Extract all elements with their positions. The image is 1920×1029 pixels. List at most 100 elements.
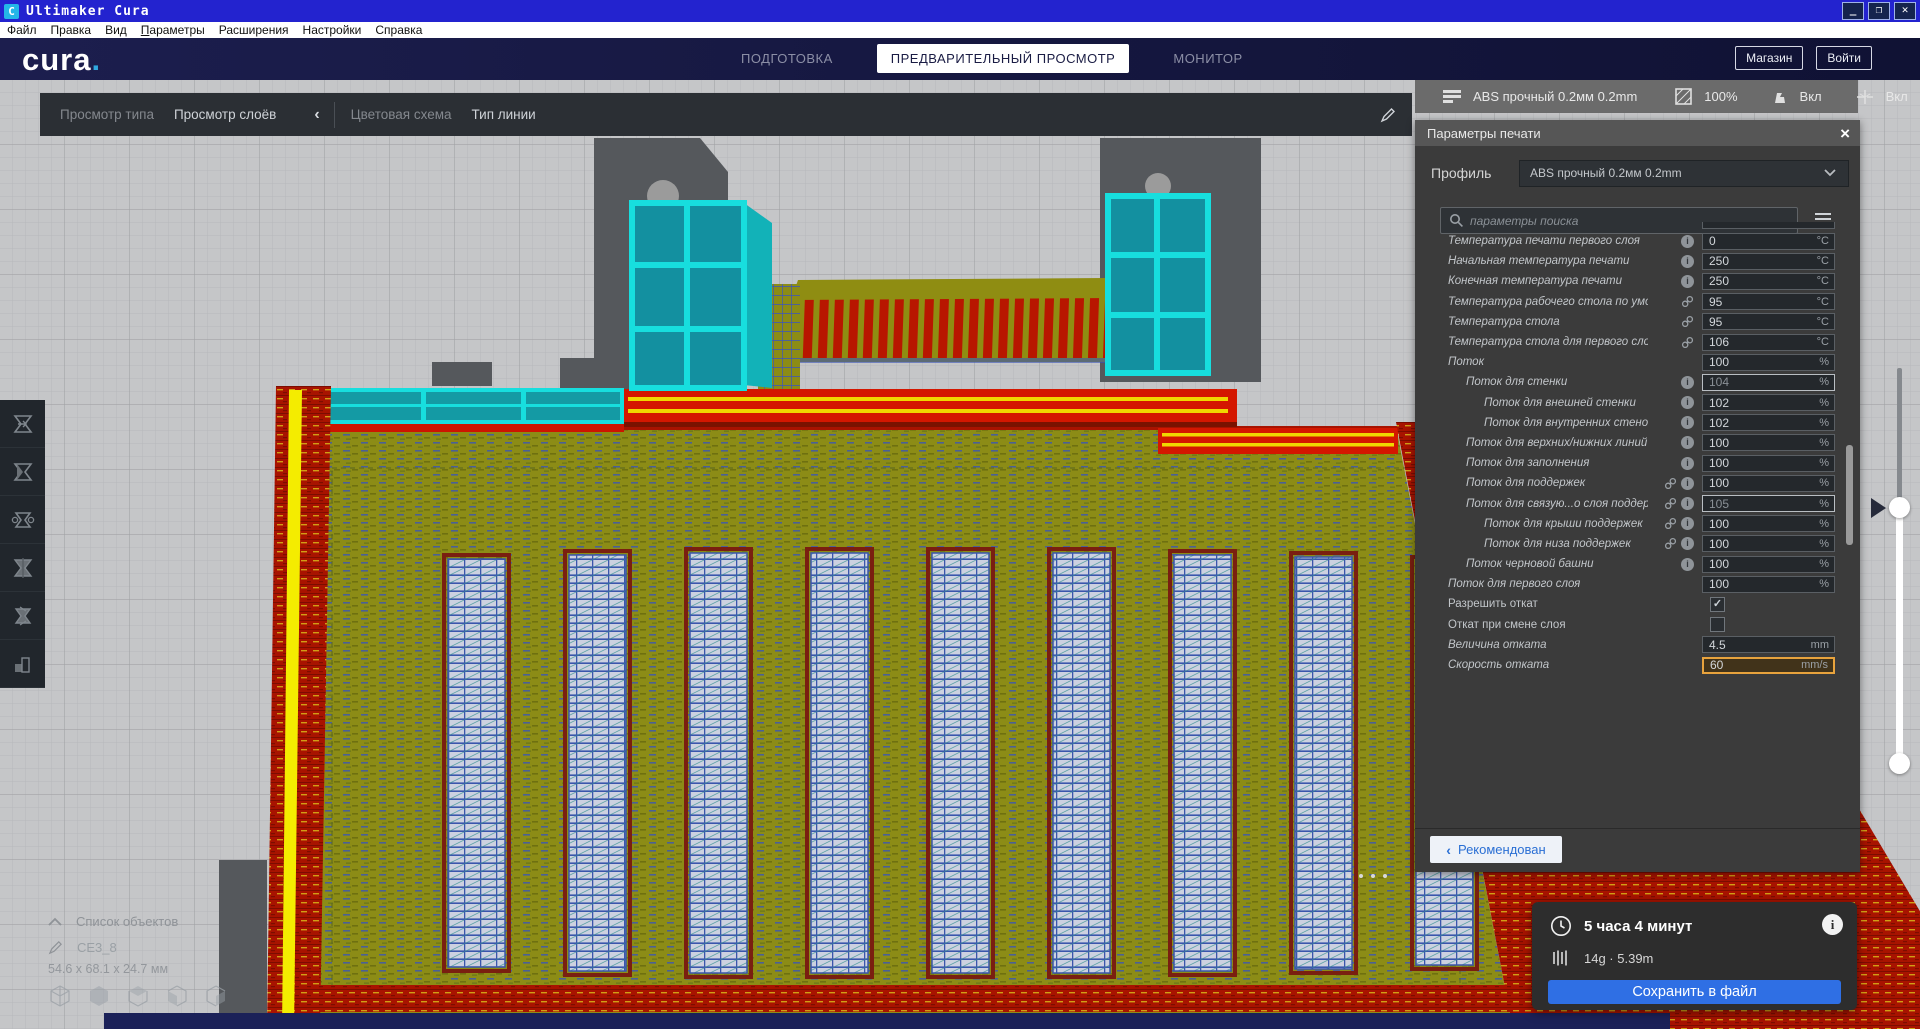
setting-label: Поток для связую...о слоя поддержек <box>1415 498 1648 510</box>
minimize-button[interactable]: _ <box>1842 2 1864 20</box>
layer-slider-range[interactable] <box>1896 500 1903 762</box>
info-icon: i <box>1681 255 1694 268</box>
sign-in-button[interactable]: Войти <box>1816 46 1872 70</box>
tool-per-model-settings-button[interactable] <box>0 592 45 640</box>
menu-item[interactable]: Правка <box>44 23 99 37</box>
stage-tab[interactable]: ПОДГОТОВКА <box>727 44 847 73</box>
menu-item[interactable]: Расширения <box>212 23 296 37</box>
setting-value-input[interactable]: 250°C <box>1702 273 1835 290</box>
layer-slider-upper-handle[interactable] <box>1889 497 1910 518</box>
stage-tab[interactable]: МОНИТОР <box>1159 44 1256 73</box>
view-top-icon[interactable] <box>126 984 150 1008</box>
setting-row: Поток для стенкиi104% <box>1415 372 1860 392</box>
setting-unit: % <box>1819 397 1829 409</box>
setting-value-input[interactable]: 100% <box>1702 354 1835 371</box>
pencil-icon <box>48 940 63 955</box>
color-scheme-dropdown[interactable]: Тип линии <box>472 107 536 122</box>
object-list-item[interactable]: CE3_8 <box>48 934 228 960</box>
setting-value-input[interactable]: 102% <box>1702 414 1835 431</box>
view-left-icon[interactable] <box>165 984 189 1008</box>
view-type-dropdown[interactable]: Просмотр слоёв <box>174 107 276 122</box>
tool-rotate-button[interactable] <box>0 496 45 544</box>
panel-close-icon[interactable]: × <box>1840 125 1850 142</box>
setting-value-input[interactable]: 4.5mm <box>1702 636 1835 653</box>
window-slot <box>448 559 505 967</box>
setting-label: Поток для внешней стенки <box>1415 397 1648 409</box>
setting-value: 106 <box>1709 335 1817 349</box>
tool-mirror-button[interactable] <box>0 544 45 592</box>
chevron-up-icon <box>48 917 62 926</box>
menu-item[interactable]: Параметры <box>134 23 212 37</box>
panel-title: Параметры печати <box>1427 126 1541 141</box>
setting-row: Откат при смене слоя <box>1415 615 1860 635</box>
setting-value-input[interactable]: 0°C <box>1702 233 1835 250</box>
settings-list: Температура печати первого слояi0°CНачал… <box>1415 231 1860 675</box>
cura-logo: cura. <box>22 42 101 78</box>
setting-unit: % <box>1819 578 1829 590</box>
save-to-file-button[interactable]: Сохранить в файл <box>1548 980 1841 1004</box>
menu-item[interactable]: Справка <box>368 23 429 37</box>
marketplace-button[interactable]: Магазин <box>1735 46 1803 70</box>
settings-scrollbar-thumb[interactable] <box>1846 445 1853 545</box>
setting-value-input[interactable]: 100% <box>1702 434 1835 451</box>
setting-value-input[interactable]: 250°C <box>1702 253 1835 270</box>
setting-value-input[interactable]: 60mm/s <box>1702 657 1835 674</box>
setting-value-input[interactable]: 102% <box>1702 394 1835 411</box>
setting-row: Температура стола95°C <box>1415 312 1860 332</box>
info-icon: i <box>1681 558 1694 571</box>
menu-item[interactable]: Файл <box>0 23 44 37</box>
search-input[interactable]: параметры поиска <box>1440 207 1798 234</box>
chevron-down-icon <box>1824 169 1836 177</box>
collapse-chevron-icon[interactable]: ‹ <box>314 106 319 124</box>
view-3d-icon[interactable] <box>48 984 72 1008</box>
search-icon <box>1449 213 1464 228</box>
setting-icons: i <box>1648 558 1694 571</box>
layer-slider-lower-handle[interactable] <box>1889 753 1910 774</box>
info-icon[interactable]: i <box>1822 914 1843 935</box>
setting-icons: i <box>1648 477 1694 490</box>
setting-value-input[interactable]: 100% <box>1702 455 1835 472</box>
profile-dropdown[interactable]: ABS прочный 0.2мм 0.2mm <box>1519 160 1849 187</box>
close-button[interactable]: ✕ <box>1894 2 1916 20</box>
setting-value-input[interactable]: 100% <box>1702 515 1835 532</box>
edit-pencil-icon[interactable] <box>1380 107 1396 123</box>
setting-unit: °C <box>1817 235 1829 247</box>
tool-support-blocker-button[interactable] <box>0 640 45 688</box>
setting-value-input[interactable]: 106°C <box>1702 334 1835 351</box>
setting-unit: % <box>1819 437 1829 449</box>
restore-button[interactable]: ❐ <box>1868 2 1890 20</box>
stage-tab[interactable]: ПРЕДВАРИТЕЛЬНЫЙ ПРОСМОТР <box>877 44 1130 73</box>
setting-row: Температура печати первого слояi0°C <box>1415 231 1860 251</box>
setting-value-input[interactable]: 105% <box>1702 495 1835 512</box>
setting-value-input[interactable]: 95°C <box>1702 313 1835 330</box>
window-titlebar[interactable]: C Ultimaker Cura _ ❐ ✕ <box>0 0 1920 22</box>
setting-row: Разрешить откат✓ <box>1415 594 1860 614</box>
setting-label: Поток для крыши поддержек <box>1415 518 1648 530</box>
edit-setup-pencil-icon[interactable] <box>1908 89 1920 104</box>
link-icon <box>1664 517 1677 530</box>
tool-scale-button[interactable] <box>0 448 45 496</box>
menu-item[interactable]: Вид <box>98 23 134 37</box>
setting-icons: i <box>1648 436 1694 449</box>
setting-row: Начальная температура печатиi250°C <box>1415 251 1860 271</box>
setting-value-input[interactable]: 100% <box>1702 556 1835 573</box>
setting-value-input[interactable]: 100% <box>1702 576 1835 593</box>
setting-value-input[interactable]: 100% <box>1702 475 1835 492</box>
print-setup-summary-bar[interactable]: ABS прочный 0.2мм 0.2mm 100% Вкл Вкл <box>1415 80 1858 113</box>
view-front-icon[interactable] <box>87 984 111 1008</box>
object-list-toggle[interactable]: Список объектов <box>48 908 228 934</box>
setting-value-input[interactable]: 100% <box>1702 535 1835 552</box>
view-right-icon[interactable] <box>204 984 228 1008</box>
panel-header[interactable]: Параметры печати × <box>1415 120 1860 146</box>
layer-slider-track[interactable] <box>1897 368 1902 500</box>
menu-bar[interactable]: ФайлПравкаВидПараметрыРасширенияНастройк… <box>0 22 1920 39</box>
setting-value-input[interactable]: 95°C <box>1702 293 1835 310</box>
setting-row: Поток для внешней стенкиi102% <box>1415 393 1860 413</box>
setting-value: 100 <box>1709 355 1819 369</box>
recommended-mode-link[interactable]: ‹ Рекомендован <box>1430 836 1562 863</box>
setting-checkbox-checked[interactable]: ✓ <box>1710 597 1725 612</box>
setting-value-input[interactable]: 104% <box>1702 374 1835 391</box>
tool-move-button[interactable] <box>0 400 45 448</box>
setting-checkbox-unchecked[interactable] <box>1710 617 1725 632</box>
menu-item[interactable]: Настройки <box>296 23 369 37</box>
